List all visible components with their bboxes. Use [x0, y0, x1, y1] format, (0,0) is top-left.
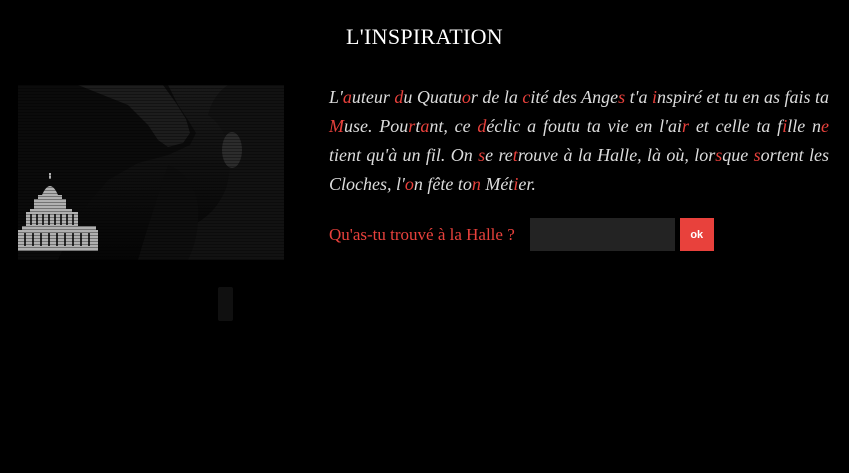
story-text: n fête to: [413, 174, 472, 194]
story-text: er.: [518, 174, 536, 194]
story-highlight-letter: o: [404, 174, 414, 194]
story-highlight-letter: a: [342, 87, 352, 107]
story-highlight-letter: r: [682, 116, 690, 136]
story-text: L': [329, 87, 343, 107]
story-highlight-letter: a: [420, 116, 430, 136]
story-text: nt, ce: [429, 116, 478, 136]
story-text: et celle ta f: [689, 116, 783, 136]
story-highlight-letter: s: [753, 145, 761, 165]
question-label: Qu'as-tu trouvé à la Halle ?: [329, 224, 515, 244]
story-text: Mét: [480, 174, 514, 194]
inspiration-poster-image: [18, 85, 284, 260]
story-text: éclic a foutu ta vie en l'ai: [486, 116, 682, 136]
story-text: ité des Ange: [530, 87, 619, 107]
page-title: L'INSPIRATION: [346, 24, 503, 49]
story-text: tient qu'à un fil. On: [329, 145, 479, 165]
story-text: use. Pou: [344, 116, 409, 136]
story-text: r de la: [470, 87, 523, 107]
story-highlight-letter: n: [471, 174, 481, 194]
answer-input[interactable]: [529, 218, 675, 251]
story-text: t'a: [625, 87, 652, 107]
story-paragraph: L'auteur du Quatuor de la cité des Anges…: [329, 83, 829, 199]
story-text: uteur: [351, 87, 395, 107]
story-text: e re: [485, 145, 513, 165]
answer-form: Qu'as-tu trouvé à la Halle ? ok: [329, 218, 714, 251]
story-highlight-letter: o: [461, 87, 471, 107]
story-text: rouve à la Halle, là où, lor: [517, 145, 716, 165]
slider-handle[interactable]: [218, 287, 233, 321]
story-highlight-letter: M: [329, 116, 344, 136]
story-text: que: [722, 145, 754, 165]
story-text: u Quatu: [403, 87, 462, 107]
story-text: nspiré et tu en as fais ta: [656, 87, 830, 107]
story-text: lle n: [787, 116, 821, 136]
story-highlight-letter: e: [821, 116, 829, 136]
ok-button[interactable]: ok: [679, 218, 714, 251]
